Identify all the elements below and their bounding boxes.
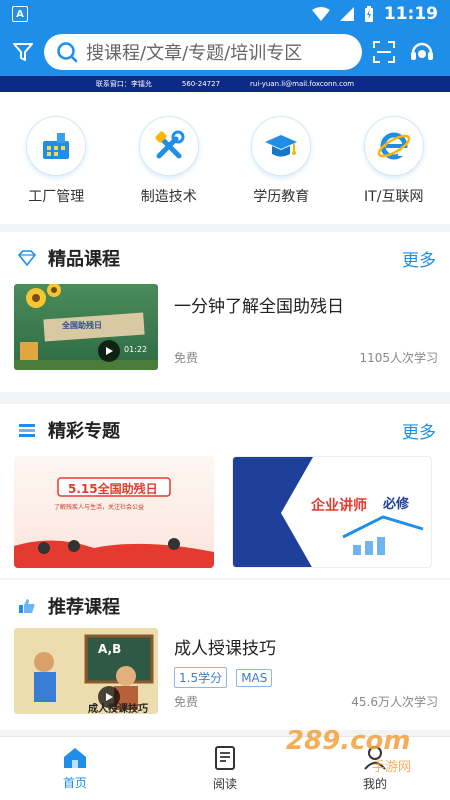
course-tags: 1.5学分 MAS (174, 659, 438, 688)
play-icon (106, 347, 113, 355)
section-title: 推荐课程 (48, 597, 120, 618)
customer-service-button[interactable] (406, 36, 438, 68)
tab-reading[interactable]: 阅读 (185, 745, 265, 792)
course-title: 一分钟了解全国助残日 (174, 297, 344, 317)
topic-banner-title: 企业讲师 (311, 498, 367, 514)
tab-label: 阅读 (212, 777, 237, 791)
book-icon (215, 746, 235, 770)
topic-banner-title: 5.15全国助残日 (68, 482, 158, 496)
category-academic-education[interactable]: 学历教育 (231, 116, 331, 206)
battery-icon (364, 6, 373, 22)
thumbs-up-icon (19, 599, 35, 613)
watermark-sub: 手游网 (372, 760, 412, 775)
watermark-logo: 289.com (286, 726, 411, 756)
clock: 11:19 (383, 4, 438, 24)
featured-courses-section: 精品课程 更多 全国助残日 01:22 一分钟了解全国助残日 免费 1105人次… (0, 232, 450, 392)
home-icon (64, 748, 86, 768)
contact-phone: 560-24727 (181, 80, 221, 88)
topic-card[interactable]: 5.15全国助残日 了解残疾人与生活，关注社会公益 (14, 456, 214, 568)
section-title: 精品课程 (48, 249, 120, 270)
headset-icon (411, 42, 433, 60)
diamond-icon (18, 250, 36, 266)
topic-list-icon (19, 424, 35, 437)
course-price: 免费 (174, 351, 199, 365)
topic-card[interactable]: 企业讲师 必修 (232, 456, 432, 568)
recommended-courses-section: 推荐课程 A,B 成人授课技巧 成人授课技巧 1.5学分 MAS 免费 45.6… (0, 580, 450, 730)
course-info: 一分钟了解全国助残日 免费 1105人次学习 (174, 284, 438, 370)
course-price: 免费 (174, 695, 199, 709)
scan-button[interactable] (368, 36, 400, 68)
contact-email: rui-yuan.li@mail.foxconn.com (250, 80, 355, 88)
search-header: 搜课程/文章/专题/培训专区 (0, 28, 450, 76)
category-label: 学历教育 (253, 189, 310, 205)
play-button[interactable] (98, 340, 120, 362)
category-it-internet[interactable]: IT/互联网 (344, 116, 444, 206)
video-duration: 01:22 (124, 345, 148, 354)
app-notification-icon: A (12, 6, 28, 22)
course-info: 成人授课技巧 1.5学分 MAS 免费 45.6万人次学习 (174, 628, 438, 714)
graduation-cap-icon (251, 116, 312, 176)
factory-icon (26, 116, 87, 176)
scan-icon (373, 41, 395, 63)
search-placeholder: 搜课程/文章/专题/培训专区 (86, 43, 303, 64)
course-title: 成人授课技巧 (174, 639, 276, 659)
section-header: 推荐课程 (0, 580, 450, 632)
category-label: 工厂管理 (28, 189, 85, 205)
course-item[interactable]: A,B 成人授课技巧 成人授课技巧 1.5学分 MAS 免费 45.6万人次学习 (0, 628, 450, 714)
status-bar: A 11:19 (0, 0, 450, 28)
topic-banner-required: 必修 (383, 497, 410, 512)
section-title: 精彩专题 (48, 421, 120, 442)
tools-icon (138, 116, 199, 176)
category-label: IT/互联网 (364, 189, 424, 205)
course-thumbnail: 全国助残日 01:22 (14, 284, 158, 370)
site-watermark: 289.com 手游网 (286, 726, 442, 778)
thumb-board-text: A,B (98, 642, 122, 656)
thumb-banner-text: 全国助残日 (62, 321, 102, 330)
category-tag: MAS (236, 669, 273, 687)
category-factory-management[interactable]: 工厂管理 (6, 116, 106, 206)
more-link[interactable]: 更多 (402, 418, 436, 443)
search-input[interactable]: 搜课程/文章/专题/培训专区 (44, 34, 362, 70)
tab-label: 首页 (62, 776, 87, 790)
filter-icon (13, 43, 33, 61)
learner-count: 45.6万人次学习 (351, 695, 438, 709)
search-icon (57, 42, 78, 63)
thumb-caption: 成人授课技巧 (88, 704, 148, 714)
more-link[interactable]: 更多 (402, 246, 436, 271)
wifi-icon (311, 7, 330, 21)
filter-button[interactable] (8, 37, 38, 67)
course-item[interactable]: 全国助残日 01:22 一分钟了解全国助残日 免费 1105人次学习 (0, 284, 450, 370)
topic-banner-caption: 了解残疾人与生活，关注社会公益 (54, 504, 145, 511)
category-label: 制造技术 (140, 189, 197, 205)
credit-tag: 1.5学分 (174, 667, 228, 688)
course-thumbnail: A,B 成人授课技巧 (14, 628, 158, 714)
category-grid: 工厂管理 制造技术 学历教育 IT/互联网 (0, 92, 450, 224)
contact-strip: 联系窗口：李镭允 560-24727 rui-yuan.li@mail.foxc… (0, 76, 450, 92)
tab-home[interactable]: 首页 (35, 746, 115, 791)
section-header: 精彩专题 更多 (0, 404, 450, 456)
signal-icon (339, 7, 354, 21)
contact-name: 联系窗口：李镭允 (95, 80, 152, 88)
ie-browser-icon (363, 116, 424, 176)
category-manufacturing-tech[interactable]: 制造技术 (119, 116, 219, 206)
learner-count: 1105人次学习 (359, 351, 438, 365)
section-header: 精品课程 更多 (0, 232, 450, 284)
featured-topics-section: 精彩专题 更多 5.15全国助残日 了解残疾人与生活，关注社会公益 企业讲师 必… (0, 404, 450, 578)
